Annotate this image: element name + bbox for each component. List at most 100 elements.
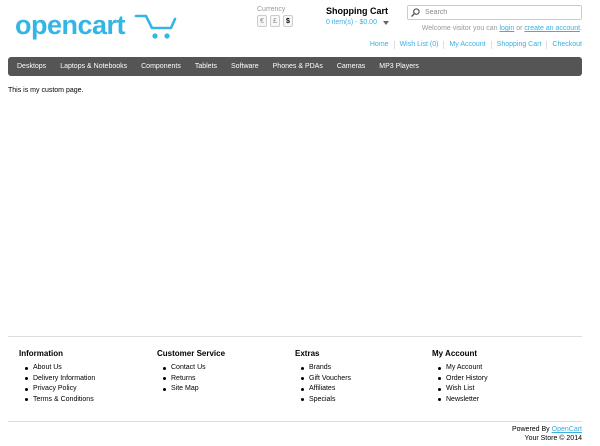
bullet-icon [25,377,28,381]
footer-link-label: Terms & Conditions [33,395,94,403]
cart-wheel-right [164,33,170,39]
footer-column-title: Customer Service [157,349,226,358]
cart-title: Shopping Cart [326,6,388,16]
chevron-down-icon [382,20,389,25]
bullet-icon [438,398,441,402]
footer-link-newsletter[interactable]: Newsletter [432,395,488,406]
bullet-icon [438,377,441,381]
powered-by: Powered By OpenCart Your Store © 2014 [512,425,582,443]
checkout-link[interactable]: Checkout [546,41,582,49]
footer-link-delivery-information[interactable]: Delivery Information [19,374,95,385]
bullet-icon [301,387,304,391]
footer-link-label: Site Map [171,385,199,392]
footer-link-terms-conditions[interactable]: Terms & Conditions [19,395,95,406]
footer-column-extras: Extras Brands Gift Vouchers Affiliates S… [295,349,351,405]
welcome-prefix: Welcome visitor you can [421,25,498,32]
bullet-icon [438,387,441,391]
logo-text: opencart [15,10,126,40]
login-link[interactable]: login [499,25,514,32]
search-icon [410,8,420,17]
bullet-icon [25,387,28,391]
bullet-icon [301,398,304,402]
footer-link-gift-vouchers[interactable]: Gift Vouchers [295,374,351,385]
footer-link-brands[interactable]: Brands [295,363,351,374]
footer-link-contact-us[interactable]: Contact Us [157,363,225,374]
menu-item-tablets[interactable]: Tablets [188,57,224,76]
currency-selector: Currency € £ $ [257,6,293,27]
menu-item-mp3-players[interactable]: MP3 Players [372,57,426,76]
home-link[interactable]: Home [365,41,394,49]
bullet-icon [301,366,304,370]
menu-item-software[interactable]: Software [224,57,266,76]
footer-link-my-account[interactable]: My Account [432,363,488,374]
footer-column-title: Information [19,349,63,358]
welcome-suffix: . [580,25,582,32]
footer-link-label: Wish List [446,385,475,392]
footer-link-label: Gift Vouchers [309,374,352,382]
footer-column-customer-service: Customer Service Contact Us Returns Site… [157,349,225,395]
copyright: Your Store © 2014 [524,435,582,442]
footer-link-site-map[interactable]: Site Map [157,384,225,395]
bullet-icon [163,387,166,391]
footer-link-about-us[interactable]: About Us [19,363,95,374]
menu-item-desktops[interactable]: Desktops [10,57,53,76]
currency-pound-button[interactable]: £ [270,15,280,27]
bullet-icon [438,366,441,370]
welcome-or: or [516,25,523,32]
footer-link-label: Privacy Policy [33,385,77,392]
header-links: Home Wish List (0) My Account Shopping C… [365,41,582,49]
footer-link-specials[interactable]: Specials [295,395,351,406]
store-logo[interactable]: opencart [15,10,177,42]
menu-item-laptops-notebooks[interactable]: Laptops & Notebooks [53,57,134,76]
footer: Information About Us Delivery Informatio… [8,336,582,422]
footer-column-information: Information About Us Delivery Informatio… [19,349,95,405]
footer-link-label: Returns [171,374,196,382]
footer-link-label: About Us [33,364,62,371]
menu-item-components[interactable]: Components [134,57,188,76]
footer-link-returns[interactable]: Returns [157,374,225,385]
cart-total-text: 0 item(s) - $0.00 [326,19,377,26]
currency-label: Currency [257,6,286,13]
shopping-cart-link[interactable]: Shopping Cart [490,41,547,49]
create-account-link[interactable]: create an account [524,25,580,32]
bullet-icon [163,377,166,381]
wish-list-link[interactable]: Wish List (0) [393,41,444,49]
footer-link-privacy-policy[interactable]: Privacy Policy [19,384,95,395]
footer-link-label: Newsletter [446,395,480,403]
menu-item-cameras[interactable]: Cameras [330,57,372,76]
bullet-icon [25,366,28,370]
opencart-link[interactable]: OpenCart [552,426,582,433]
cart-wheel-left [152,33,158,39]
footer-link-order-history[interactable]: Order History [432,374,488,385]
footer-link-label: Order History [446,374,488,382]
search-input[interactable] [422,7,572,18]
footer-link-label: Affiliates [309,385,336,392]
footer-column-title: Extras [295,349,320,358]
footer-link-label: Delivery Information [33,374,96,382]
category-menu: Desktops Laptops & Notebooks Components … [8,57,582,76]
my-account-link[interactable]: My Account [443,41,490,49]
welcome-message: Welcome visitor you can login or create … [422,25,582,32]
footer-link-wish-list[interactable]: Wish List [432,384,488,395]
opencart-logo-icon: opencart [15,10,177,40]
bullet-icon [301,377,304,381]
bullet-icon [163,366,166,370]
search-button[interactable] [408,6,422,19]
footer-link-label: Contact Us [171,364,206,371]
cart-widget[interactable]: Shopping Cart 0 item(s) - $0.00 [326,6,389,26]
powered-by-line: Powered By OpenCart [512,425,582,434]
page-content: This is my custom page. [8,87,84,94]
bullet-icon [25,398,28,402]
footer-link-label: Specials [309,395,336,403]
cart-total-dropdown[interactable]: 0 item(s) - $0.00 [326,19,389,26]
footer-link-label: My Account [446,364,483,371]
footer-column-title: My Account [432,349,478,358]
currency-euro-button[interactable]: € [257,15,267,27]
currency-dollar-button[interactable]: $ [283,15,293,27]
footer-column-my-account: My Account My Account Order History Wish… [432,349,488,405]
cart-logo-icon [134,14,177,30]
search-box [407,5,582,20]
menu-item-phones-pdas[interactable]: Phones & PDAs [266,57,330,76]
footer-link-affiliates[interactable]: Affiliates [295,384,351,395]
footer-link-label: Brands [309,364,332,371]
